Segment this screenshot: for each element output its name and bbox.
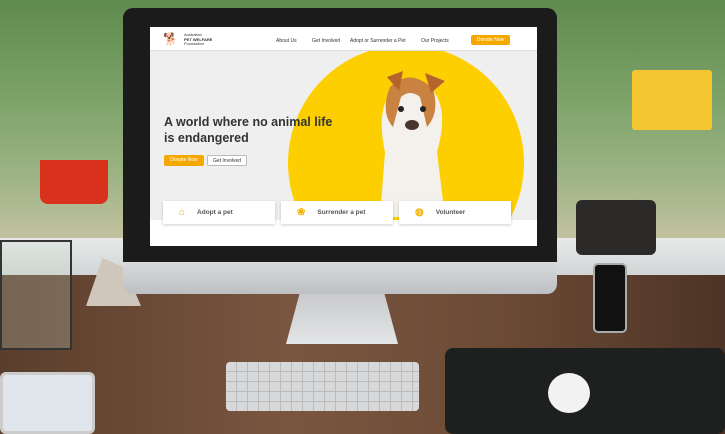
hero-get-involved-button[interactable]: Get Involved [207,155,247,166]
imac-stand [286,294,398,344]
keyboard [226,362,419,411]
flower-pot [40,160,108,204]
card-label: Surrender a pet [317,209,366,216]
logo-line3: Foundation [184,41,205,46]
camera [576,200,656,255]
card-adopt[interactable]: ⌂ Adopt a pet [163,201,275,224]
nav-get-involved[interactable]: Get Involved [312,38,340,44]
yellow-chair [632,70,712,130]
site-logo[interactable]: Australian PET WELFARE Foundation [184,32,212,47]
card-surrender[interactable]: ❀ Surrender a pet [281,201,393,224]
header-donate-button[interactable]: Donate Now [471,35,510,45]
globe-icon: ◍ [415,207,424,218]
site-header: 🐕 Australian PET WELFARE Foundation Abou… [150,27,537,51]
house-icon: ⌂ [179,207,186,218]
phone [593,263,627,333]
card-volunteer[interactable]: ◍ Volunteer [399,201,511,224]
terrarium [0,240,72,350]
dog-cat-logo-icon: 🐕 [163,32,178,46]
nav-about-us[interactable]: About Us [276,38,297,44]
nav-adopt-surrender[interactable]: Adopt or Surrender a Pet [350,38,406,44]
hero-donate-button[interactable]: Donate Now [164,155,204,166]
tablet [0,372,95,434]
apple-logo-icon [334,266,350,284]
website-screen: 🐕 Australian PET WELFARE Foundation Abou… [150,27,537,246]
hero-headline: A world where no animal life is endanger… [164,115,333,145]
paw-icon: ❀ [297,207,306,218]
card-label: Volunteer [435,209,466,216]
card-label: Adopt a pet [197,209,233,216]
mouse [548,373,590,413]
nav-our-projects[interactable]: Our Projects [421,38,449,44]
dog-image [380,71,445,217]
